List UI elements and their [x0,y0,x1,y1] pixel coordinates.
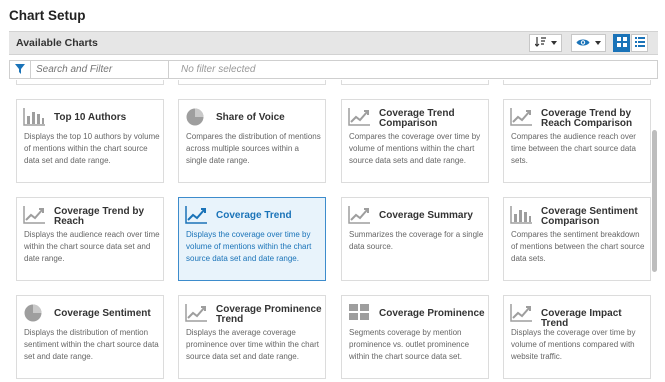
chart-card[interactable]: Share of Voice Compares the distribution … [178,99,326,183]
card-stub [16,80,164,85]
pie-chart-icon [23,303,46,322]
card-stub [178,80,326,85]
card-title: Coverage Trend by Reach [54,206,145,227]
card-title: Coverage Trend Comparison [379,108,455,129]
card-description: Segments coverage by mention prominence … [349,328,470,361]
search-divider [168,61,169,78]
card-title: Top 10 Authors [54,112,127,123]
card-stub [341,80,489,85]
view-options-dropdown-button[interactable] [571,34,606,52]
line-chart-icon [185,205,208,224]
filter-button[interactable] [10,61,31,78]
card-title: Coverage Trend [216,210,292,221]
card-title: Coverage Impact Trend [541,308,622,329]
chevron-down-icon [550,41,557,45]
chart-card[interactable]: Coverage Sentiment Displays the distribut… [16,295,164,379]
card-description: Summarizes the coverage for a single dat… [349,230,484,251]
tiles-icon [348,303,371,322]
grid-view-button[interactable] [613,34,630,52]
eye-icon [576,34,590,52]
available-charts-toolbar: Available Charts [9,31,658,55]
bar-chart-icon [23,107,46,126]
card-description: Compares the audience reach over time be… [511,132,636,165]
chart-card[interactable]: Coverage Sentiment Comparison Compares th… [503,197,651,281]
line-chart-icon [185,303,208,322]
card-description: Compares the distribution of mentions ac… [186,132,321,165]
bar-chart-icon [510,205,533,224]
page-title: Chart Setup [9,8,86,23]
card-description: Displays the top 10 authors by volume of… [24,132,160,165]
chart-card[interactable]: Coverage Trend Comparison Compares the co… [341,99,489,183]
line-chart-icon [348,107,371,126]
toolbar-title: Available Charts [16,37,98,49]
card-description: Compares the coverage over time by volum… [349,132,481,165]
search-filter-bar: No filter selected [9,60,658,79]
card-description: Displays the distribution of mention sen… [24,328,159,361]
chart-card[interactable]: Coverage Prominence Trend Displays the av… [178,295,326,379]
card-stub [503,80,651,85]
line-chart-icon [348,205,371,224]
card-description: Compares the sentiment breakdown of ment… [511,230,645,263]
chart-card[interactable]: Coverage Trend by Reach Displays the audi… [16,197,164,281]
chart-card[interactable]: Top 10 Authors Displays the top 10 author… [16,99,164,183]
card-title: Coverage Sentiment [54,308,151,319]
chevron-down-icon [595,41,601,45]
line-chart-icon [510,303,533,322]
line-chart-icon [23,205,46,224]
card-title: Coverage Summary [379,210,473,221]
chart-card[interactable]: Coverage Trend Displays the coverage over… [178,197,326,281]
filter-status-text: No filter selected [181,64,256,75]
search-input[interactable] [31,61,168,78]
list-view-button[interactable] [631,34,648,52]
card-description: Displays the audience reach over time wi… [24,230,160,263]
card-title: Share of Voice [216,112,285,123]
card-description: Displays the coverage over time by volum… [186,230,312,263]
card-title: Coverage Trend by Reach Comparison [541,108,633,129]
list-icon [634,34,645,52]
line-chart-icon [510,107,533,126]
funnel-icon [15,61,25,79]
card-title: Coverage Prominence Trend [216,304,322,325]
grid-icon [616,34,627,52]
card-title: Coverage Sentiment Comparison [541,206,638,227]
pie-chart-icon [185,107,208,126]
card-description: Displays the coverage over time by volum… [511,328,636,361]
card-description: Displays the average coverage prominence… [186,328,319,361]
chart-card[interactable]: Coverage Prominence Segments coverage by … [341,295,489,379]
sort-dropdown-button[interactable] [529,34,562,52]
card-title: Coverage Prominence [379,308,485,319]
chart-card[interactable]: Coverage Impact Trend Displays the covera… [503,295,651,379]
scrollbar-thumb[interactable] [652,130,657,272]
chart-card[interactable]: Coverage Summary Summarizes the coverage … [341,197,489,281]
sort-icon [534,34,546,52]
chart-card[interactable]: Coverage Trend by Reach Comparison Compar… [503,99,651,183]
